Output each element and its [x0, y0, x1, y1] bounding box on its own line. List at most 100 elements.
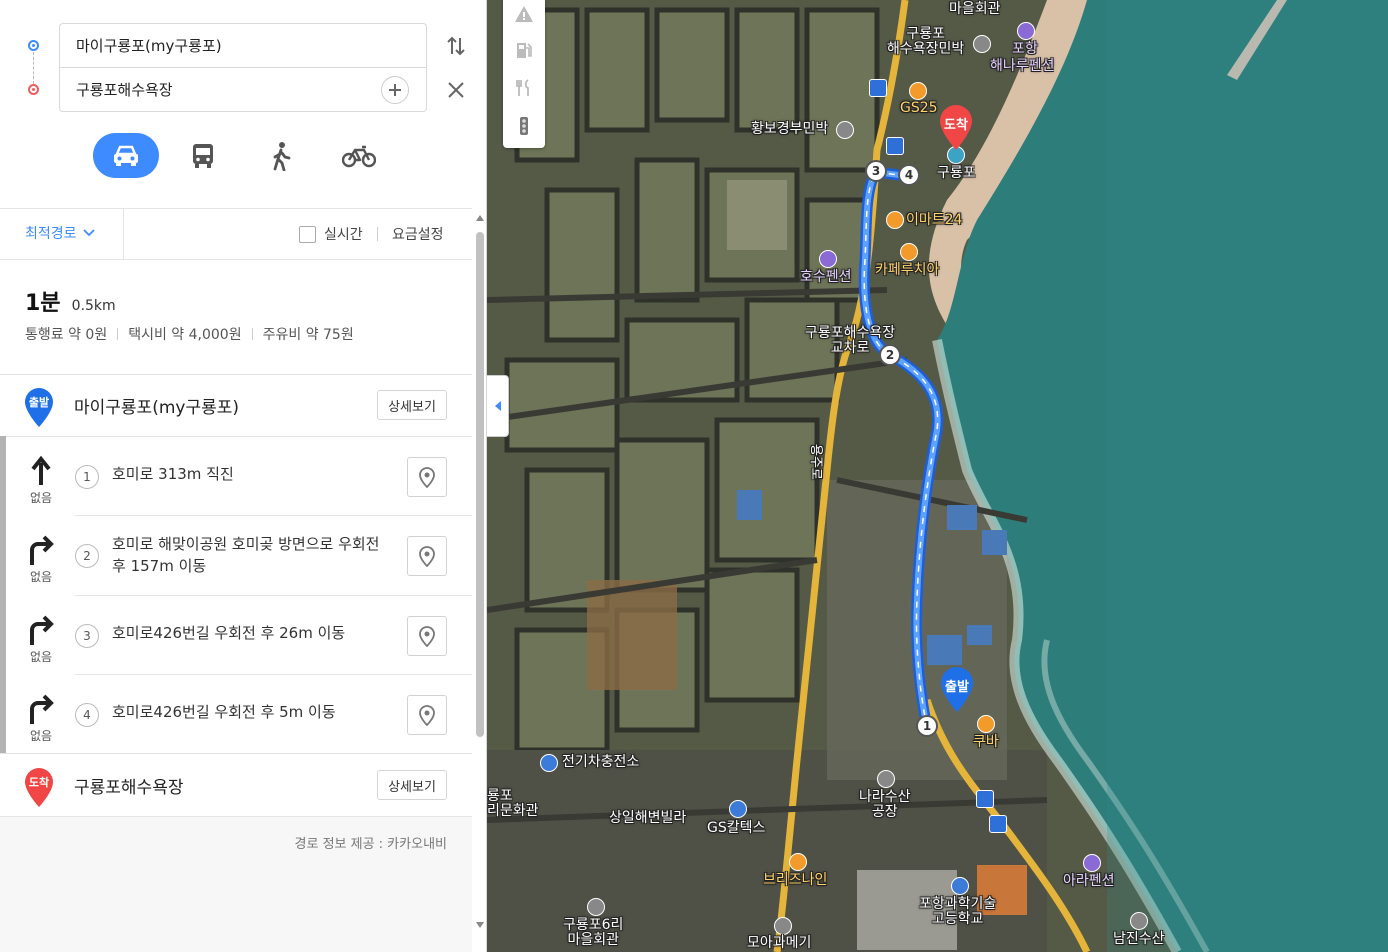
- map-label: 카페루치아: [875, 262, 940, 278]
- map-label: GS칼텍스: [707, 820, 766, 836]
- step-view-button[interactable]: [407, 695, 447, 735]
- factory-icon[interactable]: [774, 917, 792, 935]
- end-detail-button[interactable]: 상세보기: [377, 770, 447, 800]
- lodging-icon[interactable]: [836, 121, 854, 139]
- map-label: 포항: [1012, 41, 1038, 57]
- end-pin-text: 도착: [29, 775, 49, 789]
- start-detail-button[interactable]: 상세보기: [377, 390, 447, 420]
- map-label: 룡포 리문화관: [487, 788, 539, 819]
- factory-icon[interactable]: [1130, 912, 1148, 930]
- fare-settings-button[interactable]: 요금설정: [392, 224, 444, 244]
- cafe-icon[interactable]: [900, 243, 918, 261]
- end-place-row: 도착 구룡포해수욕장 상세보기: [0, 754, 472, 816]
- swap-route-button[interactable]: [444, 32, 468, 60]
- scroll-down-arrow-icon[interactable]: [476, 922, 484, 928]
- village-hall-icon[interactable]: [587, 898, 605, 916]
- directions-panel: 마이구룡포(my구룡포) 구룡포해수욕장 최적경로 실시간 요금설정 1분 0.…: [0, 0, 487, 952]
- step-label: 없음: [30, 570, 53, 584]
- cafe-icon[interactable]: [977, 715, 995, 733]
- cafe-icon[interactable]: [789, 853, 807, 871]
- fare-settings-label: 요금설정: [392, 227, 444, 243]
- route-step-2[interactable]: 없음 2 호미로 해맞이공원 호미곶 방면으로 우회전 후 157m 이동: [0, 516, 472, 595]
- ev-charging-icon[interactable]: [540, 754, 558, 772]
- bus-stop-icon[interactable]: [886, 137, 904, 155]
- step-view-button[interactable]: [407, 457, 447, 497]
- gas-station-icon[interactable]: [729, 800, 747, 818]
- start-marker-icon: [28, 40, 39, 51]
- start-input-value: 마이구룡포(my구룡포): [76, 37, 222, 55]
- route-type-dropdown[interactable]: 최적경로: [25, 223, 95, 243]
- pension-icon[interactable]: [819, 250, 837, 268]
- route-credit: 경로 정보 제공 : 카카오내비: [294, 837, 447, 852]
- car-icon: [114, 145, 138, 166]
- factory-icon[interactable]: [877, 770, 895, 788]
- bus-stop-icon[interactable]: [989, 815, 1007, 833]
- realtime-toggle[interactable]: 실시간: [299, 224, 363, 244]
- waypoint-2[interactable]: 2: [879, 344, 901, 366]
- step-number: 4: [75, 703, 99, 727]
- convenience-store-icon[interactable]: [909, 82, 927, 100]
- warning-icon[interactable]: [514, 4, 534, 24]
- fuel-cost: 주유비 약 75원: [262, 327, 354, 343]
- toll-cost: 통행료 약 0원: [25, 327, 108, 343]
- waypoint-1[interactable]: 1: [916, 715, 938, 737]
- map-label: 상일해변빌라: [609, 810, 687, 826]
- mode-car-button[interactable]: [93, 133, 159, 178]
- lodging-icon[interactable]: [973, 35, 991, 53]
- mode-walk-button[interactable]: [248, 133, 314, 178]
- end-pin-icon: 도착: [25, 768, 53, 807]
- chevron-down-icon: [82, 229, 95, 237]
- mode-bike-button[interactable]: [326, 133, 392, 178]
- step-label: 없음: [30, 491, 53, 505]
- scrollbar[interactable]: [473, 212, 486, 952]
- step-text: 호미로426번길 우회전 후 26m 이동: [112, 624, 346, 642]
- start-input[interactable]: 마이구룡포(my구룡포): [59, 23, 427, 68]
- map-label: 쿠바: [973, 734, 999, 750]
- waypoint-4[interactable]: 4: [898, 164, 920, 186]
- convenience-store-icon[interactable]: [886, 211, 904, 229]
- route-connector: [33, 52, 34, 84]
- map-label: 포항과학기술 고등학교: [919, 896, 997, 927]
- route-time: 1분: [25, 291, 61, 316]
- waypoint-3[interactable]: 3: [865, 160, 887, 182]
- step-view-button[interactable]: [407, 536, 447, 576]
- plus-icon: [389, 84, 401, 96]
- bus-stop-icon[interactable]: [869, 79, 887, 97]
- realtime-label: 실시간: [324, 227, 363, 243]
- step-label: 없음: [30, 650, 53, 664]
- scroll-up-arrow-icon[interactable]: [476, 215, 484, 221]
- start-map-pin[interactable]: 출발: [939, 666, 975, 714]
- restaurant-icon[interactable]: [514, 78, 534, 98]
- walk-icon: [273, 141, 291, 171]
- traffic-light-icon[interactable]: [514, 116, 534, 136]
- route-step-4[interactable]: 없음 4 호미로426번길 우회전 후 5m 이동: [0, 675, 472, 754]
- map-label: 구룡포: [937, 165, 976, 181]
- map-view[interactable]: 마을회관 구룡포 해수욕장민박 포항 해나루펜션 GS25 황보경부민박 구룡포…: [487, 0, 1388, 952]
- scrollbar-thumb[interactable]: [476, 232, 484, 737]
- start-pin-icon: 출발: [25, 388, 53, 427]
- gas-station-icon[interactable]: [514, 40, 534, 60]
- bus-stop-icon[interactable]: [976, 790, 994, 808]
- end-input[interactable]: 구룡포해수욕장: [59, 67, 427, 112]
- realtime-checkbox[interactable]: [299, 225, 316, 243]
- end-map-pin[interactable]: 도착: [938, 104, 974, 152]
- pension-icon[interactable]: [1017, 22, 1035, 40]
- route-step-1[interactable]: 없음 1 호미로 313m 직진: [0, 437, 472, 516]
- add-waypoint-button[interactable]: [381, 76, 409, 104]
- divider: [117, 328, 119, 340]
- chevron-left-icon: [494, 401, 501, 411]
- bike-icon: [342, 145, 376, 167]
- school-icon[interactable]: [951, 877, 969, 895]
- divider: [251, 328, 253, 340]
- end-place-name: 구룡포해수욕장: [74, 778, 184, 798]
- straight-arrow-icon: [31, 455, 51, 485]
- turn-right-icon: [30, 615, 54, 645]
- close-icon: [448, 82, 464, 98]
- mode-bus-button[interactable]: [170, 133, 236, 178]
- step-view-button[interactable]: [407, 616, 447, 656]
- collapse-panel-button[interactable]: [487, 375, 509, 437]
- step-text: 호미로 313m 직진: [112, 465, 234, 483]
- pension-icon[interactable]: [1083, 854, 1101, 872]
- route-step-3[interactable]: 없음 3 호미로426번길 우회전 후 26m 이동: [0, 596, 472, 675]
- clear-route-button[interactable]: [444, 78, 468, 102]
